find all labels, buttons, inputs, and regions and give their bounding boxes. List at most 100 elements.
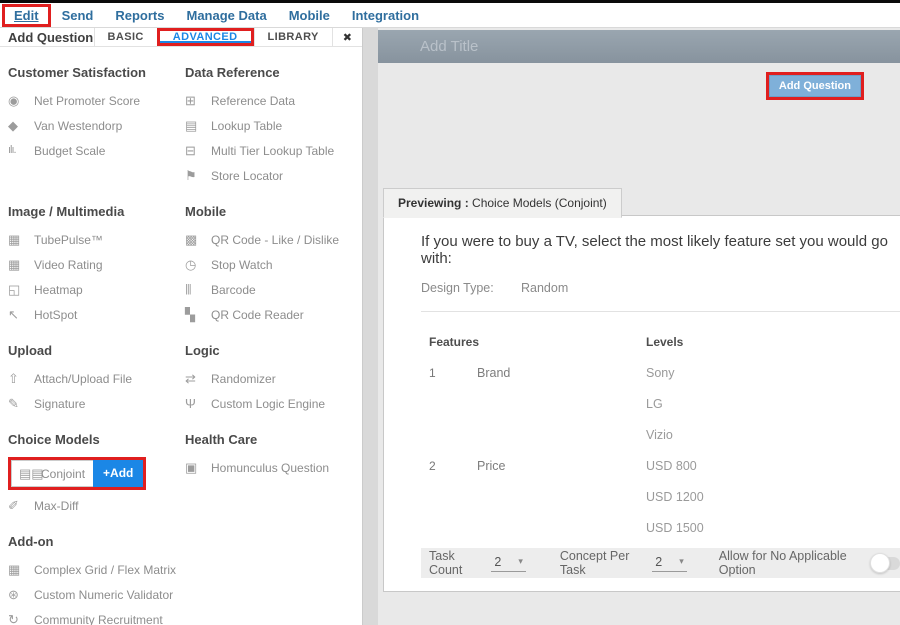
recruitment-cycle-icon: ↻	[8, 613, 34, 625]
feature-name: Price	[477, 450, 646, 481]
numeric-validator-icon: ⊛	[8, 588, 34, 601]
nav-integration[interactable]: Integration	[341, 8, 430, 23]
branch-icon: Ψ	[185, 397, 211, 410]
nav-mobile[interactable]: Mobile	[278, 8, 341, 23]
heatmap-icon: ◱	[8, 283, 34, 296]
concept-per-task-value: 2	[655, 555, 671, 569]
question-type-heatmap[interactable]: ◱ Heatmap	[8, 277, 185, 302]
qr-code-icon: ▩	[185, 233, 211, 246]
question-type-community-recruitment[interactable]: ↻ Community Recruitment	[8, 607, 185, 625]
item-label: Signature	[34, 397, 85, 411]
section-health-care: Health Care ▣ Homunculus Question	[185, 424, 362, 518]
section-title: Image / Multimedia	[8, 204, 185, 219]
tab-advanced[interactable]: ADVANCED	[160, 31, 251, 43]
item-label: Store Locator	[211, 169, 283, 183]
level-value: Vizio	[646, 419, 900, 450]
section-title: Logic	[185, 343, 362, 358]
question-type-van-westendorp[interactable]: ◆ Van Westendorp	[8, 113, 185, 138]
film-strip-icon: ▦	[8, 258, 34, 271]
edit-annotation-box: Edit	[2, 4, 51, 27]
section-data-reference: Data Reference ⊞ Reference Data ▤ Lookup…	[185, 57, 362, 188]
item-label: Budget Scale	[34, 144, 105, 158]
item-label: Heatmap	[34, 283, 83, 297]
design-type-label: Design Type:	[421, 281, 521, 295]
question-type-reference-data[interactable]: ⊞ Reference Data	[185, 88, 362, 113]
question-type-qr-code-reader[interactable]: ▚ QR Code Reader	[185, 302, 362, 327]
table-divider	[421, 311, 900, 312]
app-window: Edit Send Reports Manage Data Mobile Int…	[0, 0, 900, 625]
item-label: Max-Diff	[34, 499, 78, 513]
chevron-down-icon: ▾	[518, 556, 523, 567]
conjoint-grid-icon: ▤▤	[19, 467, 41, 480]
design-type-row: Design Type: Random	[421, 281, 900, 295]
conjoint-settings-bar: Task Count 2 ▾ Concept Per Task 2 ▾ Allo…	[421, 548, 900, 578]
feature-number: 1	[429, 357, 477, 388]
feature-name: Brand	[477, 357, 646, 388]
survey-title-placeholder[interactable]: Add Title	[378, 30, 900, 63]
item-label: Custom Numeric Validator	[34, 588, 173, 602]
nav-manage-data[interactable]: Manage Data	[175, 8, 277, 23]
question-type-tubepulse[interactable]: ▦ TubePulse™	[8, 227, 185, 252]
item-label: Net Promoter Score	[34, 94, 140, 108]
task-count-label: Task Count	[429, 549, 481, 577]
section-customer-satisfaction: Customer Satisfaction ◉ Net Promoter Sco…	[8, 57, 185, 188]
question-type-net-promoter-score[interactable]: ◉ Net Promoter Score	[8, 88, 185, 113]
nav-reports[interactable]: Reports	[104, 8, 175, 23]
panel-title: Add Question	[0, 28, 94, 46]
task-count-value: 2	[494, 555, 510, 569]
question-type-attach-upload-file[interactable]: ⇧ Attach/Upload File	[8, 366, 185, 391]
level-value: USD 1500	[646, 512, 900, 543]
task-count-select[interactable]: 2 ▾	[491, 555, 526, 572]
question-type-max-diff[interactable]: ✐ Max-Diff	[8, 493, 185, 518]
question-type-signature[interactable]: ✎ Signature	[8, 391, 185, 416]
question-text: If you were to buy a TV, select the most…	[421, 233, 900, 267]
pen-icon: ✎	[8, 397, 34, 410]
question-type-custom-logic-engine[interactable]: Ψ Custom Logic Engine	[185, 391, 362, 416]
item-label: Randomizer	[211, 372, 276, 386]
chevron-down-icon: ▾	[679, 556, 684, 567]
question-type-conjoint[interactable]: ▤▤ Conjoint +Add	[11, 460, 143, 487]
question-type-lookup-table[interactable]: ▤ Lookup Table	[185, 113, 362, 138]
no-applicable-option-toggle[interactable]	[872, 557, 900, 570]
add-conjoint-button[interactable]: +Add	[93, 460, 143, 487]
barcode-icon: |||	[185, 284, 211, 295]
features-levels-table: Features Levels 1 Brand Sony LG Vizio 2 …	[421, 326, 900, 543]
question-type-stop-watch[interactable]: ◷ Stop Watch	[185, 252, 362, 277]
question-type-homunculus-question[interactable]: ▣ Homunculus Question	[185, 455, 362, 480]
nav-send[interactable]: Send	[51, 8, 105, 23]
net-promoter-score-icon: ◉	[8, 94, 34, 107]
add-question-panel: Add Question BASIC ADVANCED LIBRARY ✖ Cu…	[0, 28, 362, 625]
item-label: Complex Grid / Flex Matrix	[34, 563, 176, 577]
question-type-barcode[interactable]: ||| Barcode	[185, 277, 362, 302]
question-type-qr-code-like-dislike[interactable]: ▩ QR Code - Like / Dislike	[185, 227, 362, 252]
section-title: Add-on	[8, 534, 185, 549]
concept-per-task-select[interactable]: 2 ▾	[652, 555, 687, 572]
question-type-video-rating[interactable]: ▦ Video Rating	[8, 252, 185, 277]
question-type-hotspot[interactable]: ↖ HotSpot	[8, 302, 185, 327]
item-label: Homunculus Question	[211, 461, 329, 475]
panel-header: Add Question BASIC ADVANCED LIBRARY ✖	[0, 28, 362, 47]
question-type-complex-grid-flex-matrix[interactable]: ▦ Complex Grid / Flex Matrix	[8, 557, 185, 582]
question-type-randomizer[interactable]: ⇄ Randomizer	[185, 366, 362, 391]
section-logic: Logic ⇄ Randomizer Ψ Custom Logic Engine	[185, 335, 362, 416]
close-panel-icon[interactable]: ✖	[332, 28, 362, 46]
design-type-value: Random	[521, 281, 568, 295]
level-value: USD 1200	[646, 481, 900, 512]
question-type-multi-tier-lookup-table[interactable]: ⊟ Multi Tier Lookup Table	[185, 138, 362, 163]
question-type-budget-scale[interactable]: ılı. Budget Scale	[8, 138, 185, 163]
survey-preview-region: Add Title Add Question Previewing : Choi…	[378, 28, 900, 625]
tab-library[interactable]: LIBRARY	[254, 28, 332, 46]
upload-icon: ⇧	[8, 372, 34, 385]
grid-icon: ▦	[8, 563, 34, 576]
tab-basic[interactable]: BASIC	[94, 28, 157, 46]
section-title: Health Care	[185, 432, 362, 447]
question-type-store-locator[interactable]: ⚑ Store Locator	[185, 163, 362, 188]
qr-reader-icon: ▚	[185, 308, 211, 321]
nav-edit[interactable]: Edit	[8, 8, 45, 23]
add-question-button[interactable]: Add Question	[769, 75, 861, 97]
top-navigation: Edit Send Reports Manage Data Mobile Int…	[0, 3, 900, 28]
item-label: Custom Logic Engine	[211, 397, 325, 411]
question-type-custom-numeric-validator[interactable]: ⊛ Custom Numeric Validator	[8, 582, 185, 607]
level-value: LG	[646, 388, 900, 419]
section-image-multimedia: Image / Multimedia ▦ TubePulse™ ▦ Video …	[8, 196, 185, 327]
